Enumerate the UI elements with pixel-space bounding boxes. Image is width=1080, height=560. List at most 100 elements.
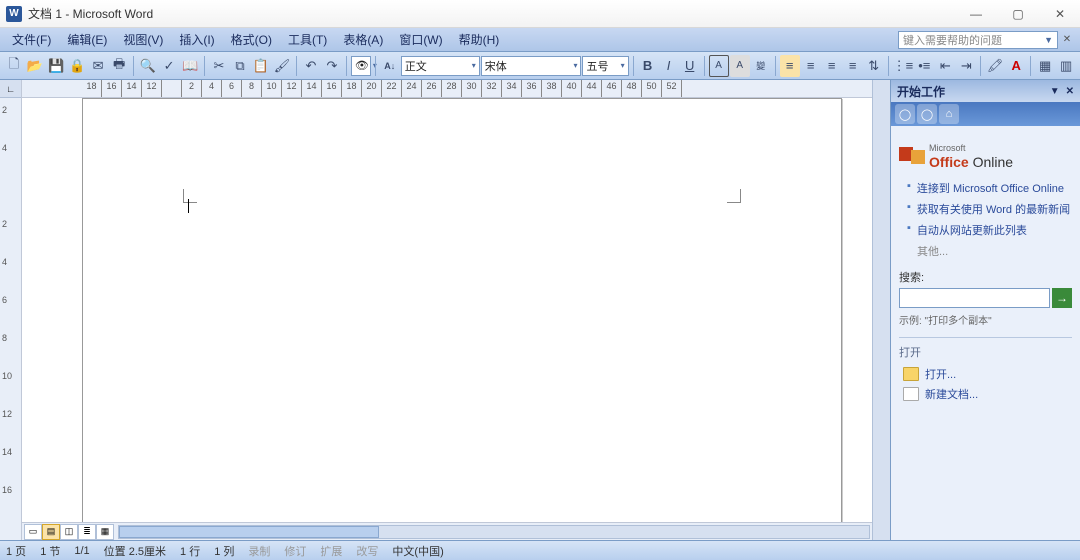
search-example: 示例: "打印多个副本"	[899, 312, 1072, 327]
menu-bar: 文件(F) 编辑(E) 视图(V) 插入(I) 格式(O) 工具(T) 表格(A…	[0, 28, 1080, 52]
ruler-tick: 48	[622, 80, 642, 98]
size-combo[interactable]: 五号▾	[582, 56, 628, 76]
doc-close-button[interactable]: ✕	[1058, 30, 1076, 50]
separator	[296, 56, 297, 76]
menu-file[interactable]: 文件(F)	[4, 29, 59, 50]
style-icon[interactable]: A↓	[380, 55, 400, 77]
undo-icon[interactable]: ↶	[301, 55, 321, 77]
nav-forward-icon[interactable]: ◯	[917, 104, 937, 124]
char-shading-icon[interactable]: A	[730, 55, 750, 77]
align-center-icon[interactable]: ≡	[801, 55, 821, 77]
nav-home-icon[interactable]: ⌂	[939, 104, 959, 124]
menu-help[interactable]: 帮助(H)	[451, 29, 508, 50]
link-connect-online[interactable]: ▪连接到 Microsoft Office Online	[907, 180, 1072, 196]
underline-icon[interactable]: U	[680, 55, 700, 77]
columns-icon[interactable]: ▥	[1056, 55, 1076, 77]
open-icon[interactable]: 📂	[25, 55, 45, 77]
taskpane-close-icon[interactable]: ✕	[1066, 86, 1074, 97]
page[interactable]	[82, 98, 842, 522]
font-combo[interactable]: 宋体▾	[481, 56, 582, 76]
new-doc-action[interactable]: 新建文档...	[903, 386, 1072, 402]
reading-view-button[interactable]: ▦	[96, 524, 114, 540]
research-icon[interactable]: 📖	[180, 55, 200, 77]
status-page: 1 页	[6, 543, 26, 559]
status-trk[interactable]: 修订	[284, 543, 306, 559]
maximize-button[interactable]: ▢	[1004, 4, 1032, 24]
search-input[interactable]	[899, 288, 1050, 308]
web-layout-view-button[interactable]: ◫	[60, 524, 78, 540]
open-file-action[interactable]: 打开...	[903, 366, 1072, 382]
bullets-icon[interactable]: •≡	[914, 55, 934, 77]
highlight-icon[interactable]: 🖍	[985, 55, 1005, 77]
horizontal-scrollbar[interactable]	[118, 525, 870, 539]
ruler-tick: 18	[82, 80, 102, 98]
menu-edit[interactable]: 编辑(E)	[59, 29, 115, 50]
scrollbar-thumb[interactable]	[119, 526, 379, 538]
minimize-button[interactable]: —	[962, 4, 990, 24]
menu-view[interactable]: 视图(V)	[115, 29, 171, 50]
redo-icon[interactable]: ↷	[322, 55, 342, 77]
vertical-scrollbar[interactable]	[872, 80, 890, 540]
read-button[interactable]: 👁▾	[351, 56, 371, 76]
separator	[1030, 56, 1031, 76]
status-ovr[interactable]: 改写	[356, 543, 378, 559]
horizontal-ruler[interactable]: 1816141224681012141618202224262830323436…	[22, 80, 872, 98]
nav-back-icon[interactable]: ◯	[895, 104, 915, 124]
vertical-ruler[interactable]: ∟ 24246810121416	[0, 80, 22, 540]
close-button[interactable]: ✕	[1046, 4, 1074, 24]
font-color-icon[interactable]: A	[1006, 55, 1026, 77]
cut-icon[interactable]: ✂	[209, 55, 229, 77]
paste-icon[interactable]: 📋	[251, 55, 271, 77]
separator	[888, 56, 889, 76]
email-icon[interactable]: ✉	[88, 55, 108, 77]
ruler-tick: 20	[362, 80, 382, 98]
print-icon[interactable]: 🖶	[109, 55, 129, 77]
bold-icon[interactable]: B	[638, 55, 658, 77]
ruler-tick: 14	[302, 80, 322, 98]
char-border-icon[interactable]: A	[709, 55, 729, 77]
status-language[interactable]: 中文(中国)	[392, 543, 443, 559]
document-canvas[interactable]	[22, 98, 872, 522]
status-rec[interactable]: 录制	[248, 543, 270, 559]
permission-icon[interactable]: 🔒	[67, 55, 87, 77]
copy-icon[interactable]: ⧉	[230, 55, 250, 77]
save-icon[interactable]: 💾	[46, 55, 66, 77]
link-more[interactable]: 其他...	[917, 243, 1072, 259]
separator	[980, 56, 981, 76]
status-ext[interactable]: 扩展	[320, 543, 342, 559]
line-spacing-icon[interactable]: ⇅	[864, 55, 884, 77]
help-search-box[interactable]: 键入需要帮助的问题 ▼	[898, 31, 1058, 49]
menu-window[interactable]: 窗口(W)	[391, 29, 450, 50]
ruler-tick: 28	[442, 80, 462, 98]
normal-view-button[interactable]: ▭	[24, 524, 42, 540]
align-left-icon[interactable]: ≡	[780, 55, 800, 77]
decrease-indent-icon[interactable]: ⇤	[935, 55, 955, 77]
print-layout-view-button[interactable]: ▤	[42, 524, 60, 540]
spelling-icon[interactable]: ✓	[159, 55, 179, 77]
numbering-icon[interactable]: ⋮≡	[893, 55, 914, 77]
separator	[204, 56, 205, 76]
ruler-tick: 46	[602, 80, 622, 98]
increase-indent-icon[interactable]: ⇥	[956, 55, 976, 77]
menu-insert[interactable]: 插入(I)	[171, 29, 222, 50]
format-painter-icon[interactable]: 🖌	[272, 55, 292, 77]
menu-tools[interactable]: 工具(T)	[280, 29, 335, 50]
italic-icon[interactable]: I	[659, 55, 679, 77]
insert-table-icon[interactable]: ▦	[1035, 55, 1055, 77]
align-justify-icon[interactable]: ≡	[843, 55, 863, 77]
new-doc-icon[interactable]: 🗋	[4, 55, 24, 77]
search-go-button[interactable]: →	[1052, 288, 1072, 308]
ruler-tick: 44	[582, 80, 602, 98]
outline-view-button[interactable]: ≣	[78, 524, 96, 540]
ruler-tick: 26	[422, 80, 442, 98]
link-auto-update[interactable]: ▪自动从网站更新此列表	[907, 222, 1072, 238]
link-word-news[interactable]: ▪获取有关使用 Word 的最新新闻	[907, 201, 1072, 217]
print-preview-icon[interactable]: 🔍	[138, 55, 158, 77]
taskpane-dropdown-icon[interactable]: ▼	[1050, 86, 1060, 97]
menu-table[interactable]: 表格(A)	[335, 29, 391, 50]
style-combo[interactable]: 正文▾	[401, 56, 480, 76]
menu-format[interactable]: 格式(O)	[223, 29, 280, 50]
status-position: 位置 2.5厘米	[104, 543, 166, 559]
align-right-icon[interactable]: ≡	[822, 55, 842, 77]
phonetic-icon[interactable]: 變	[751, 55, 771, 77]
